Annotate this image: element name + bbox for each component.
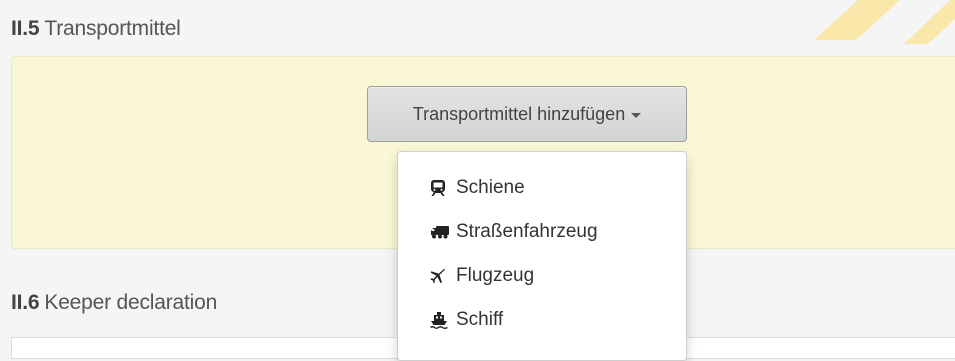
truck-icon (430, 222, 452, 242)
transport-dropdown-menu: Schiene Straßenfahrzeug Flugzeug Schiff (397, 151, 687, 361)
dropdown-item-ship[interactable]: Schiff (398, 298, 686, 342)
dropdown-item-label: Schiene (456, 177, 525, 198)
dropdown-item-label: Straßenfahrzeug (456, 221, 598, 242)
train-icon (430, 178, 452, 198)
dropdown-item-road[interactable]: Straßenfahrzeug (398, 210, 686, 254)
add-transport-button-label: Transportmittel hinzufügen (412, 103, 626, 124)
add-transport-button[interactable]: Transportmittel hinzufügen (367, 86, 687, 142)
section-title-text: Keeper declaration (44, 291, 218, 314)
dropdown-item-plane[interactable]: Flugzeug (398, 254, 686, 298)
section-title-transport: II.5 Transportmittel (11, 17, 181, 41)
dropdown-item-rail[interactable]: Schiene (398, 166, 686, 210)
dropdown-item-label: Schiff (456, 309, 504, 330)
section-title-text: Transportmittel (44, 17, 181, 40)
watermark-stripe (814, 0, 955, 44)
caret-down-icon (631, 112, 642, 118)
plane-icon (430, 266, 452, 286)
dropdown-item-label: Flugzeug (456, 265, 535, 286)
section-number: II.5 (11, 17, 40, 40)
section-title-keeper: II.6 Keeper declaration (11, 291, 217, 315)
section-number: II.6 (11, 291, 40, 314)
ship-icon (430, 310, 452, 330)
